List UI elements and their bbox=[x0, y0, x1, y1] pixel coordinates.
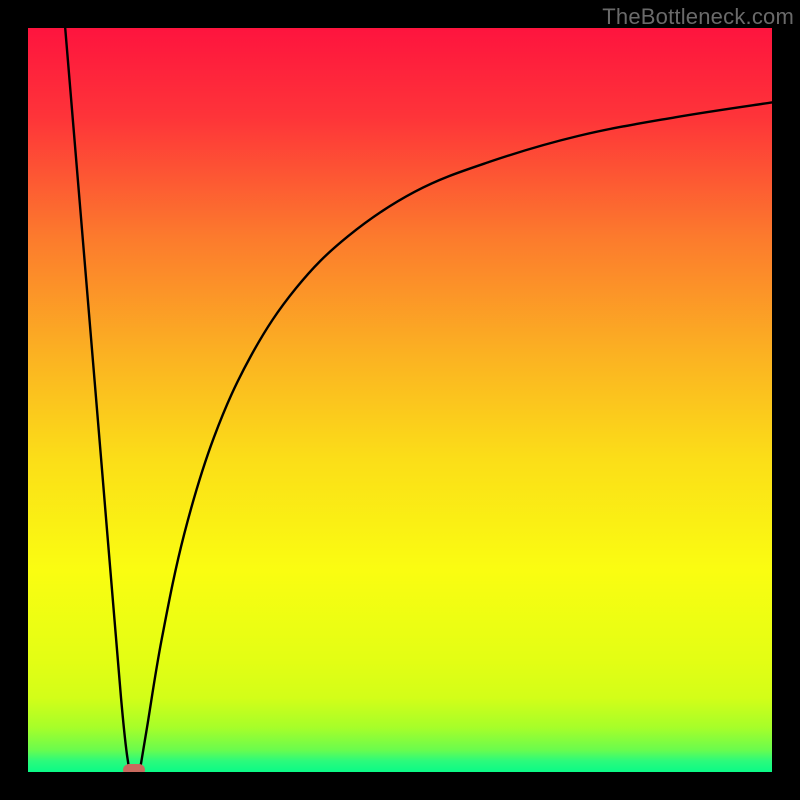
series-right-curve bbox=[140, 102, 772, 772]
series-left-curve bbox=[65, 28, 134, 772]
bottleneck-marker bbox=[123, 764, 145, 772]
plot-area bbox=[28, 28, 772, 772]
watermark-text: TheBottleneck.com bbox=[602, 4, 794, 30]
chart-root: TheBottleneck.com bbox=[0, 0, 800, 800]
curve-layer bbox=[28, 28, 772, 772]
